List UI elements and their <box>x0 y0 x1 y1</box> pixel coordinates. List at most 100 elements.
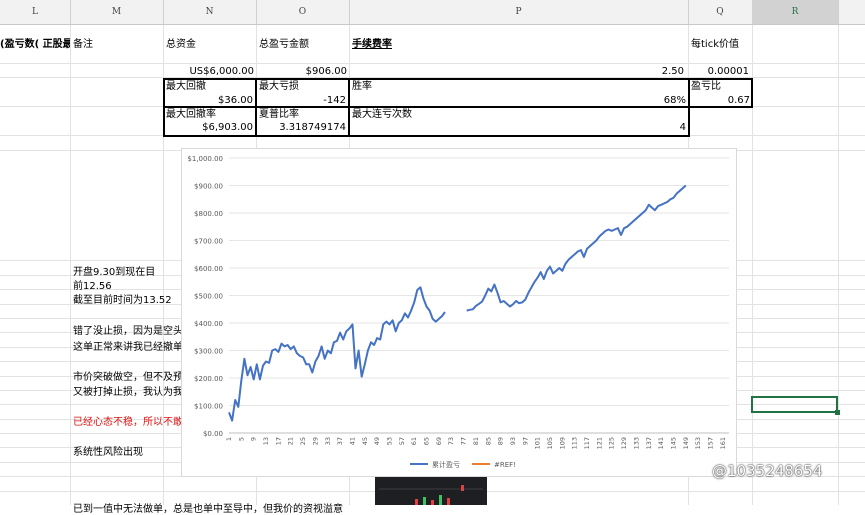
note-line[interactable]: 这单正常来讲我已经撤单 <box>73 338 183 353</box>
x-tick-label: 121 <box>595 437 603 449</box>
column-header-q[interactable]: Q <box>688 0 753 24</box>
column-header-o[interactable]: O <box>256 0 350 24</box>
note-line-red[interactable]: 已经心态不稳，所以不敢 <box>73 413 183 428</box>
series-line-segment <box>228 286 446 422</box>
x-tick-label: 141 <box>657 437 665 449</box>
x-tick-label: 21 <box>287 437 295 445</box>
y-tick-label: $400.00 <box>194 320 223 328</box>
y-tick-label: $600.00 <box>194 265 223 273</box>
series-line-segment <box>466 184 687 312</box>
x-tick-label: 149 <box>682 437 690 449</box>
note-line[interactable]: 前12.56 <box>73 277 112 292</box>
tick-value-cell[interactable]: 0.00001 <box>688 65 749 78</box>
x-tick-label: 53 <box>385 437 393 445</box>
column-header-next[interactable] <box>838 0 865 24</box>
win-rate-label[interactable]: 胜率 <box>352 80 552 93</box>
x-tick-label: 157 <box>706 437 714 449</box>
x-tick-label: 41 <box>348 437 356 445</box>
note-line[interactable]: 开盘9.30到现在目 <box>73 263 155 278</box>
pl-ratio-value[interactable]: 0.67 <box>690 94 750 107</box>
x-tick-label: 137 <box>645 437 653 449</box>
x-tick-label: 125 <box>608 437 616 449</box>
y-tick-label: $300.00 <box>194 348 223 356</box>
fee-rate-cell[interactable]: 2.50 <box>349 65 684 78</box>
total-pnl-cell[interactable]: $906.00 <box>256 65 347 78</box>
watermark: @1035248654 <box>712 462 823 480</box>
x-tick-label: 33 <box>324 437 332 445</box>
sharpe-ratio-value[interactable]: 3.318749174 <box>258 121 346 134</box>
x-tick-label: 69 <box>435 437 443 445</box>
max-consecutive-loss-label[interactable]: 最大连亏次数 <box>352 108 552 121</box>
x-tick-label: 49 <box>373 437 381 445</box>
win-rate-value[interactable]: 68% <box>351 94 686 107</box>
header-o-cell[interactable]: 总盈亏金额 <box>259 38 347 51</box>
x-tick-label: 45 <box>361 437 369 445</box>
x-tick-label: 105 <box>546 437 554 449</box>
cumulative-pnl-chart[interactable]: $0.00 $100.00 $200.00 $300.00 $400.00 $500.00… <box>181 148 737 477</box>
x-tick-label: 37 <box>336 437 344 445</box>
x-tick-label: 17 <box>274 437 282 445</box>
x-tick-label: 129 <box>620 437 628 449</box>
note-line[interactable]: 市价突破做空，但不及预 <box>73 368 183 383</box>
max-drawdown-rate-value[interactable]: $6,903.00 <box>165 121 253 134</box>
column-header-p[interactable]: P <box>349 0 689 24</box>
x-tick-label: 1 <box>225 437 233 441</box>
x-tick-label: 73 <box>447 437 455 445</box>
y-tick-label: $1,000.00 <box>187 155 223 163</box>
y-tick-label: $100.00 <box>194 403 223 411</box>
column-header-n[interactable]: N <box>163 0 257 24</box>
max-loss-label[interactable]: 最大亏损 <box>259 80 347 93</box>
x-tick-label: 153 <box>694 437 702 449</box>
y-tick-label: $700.00 <box>194 238 223 246</box>
x-tick-label: 81 <box>472 437 480 445</box>
x-tick-label: 57 <box>398 437 406 445</box>
max-drawdown-label[interactable]: 最大回撤 <box>166 80 254 93</box>
note-line[interactable]: 截至目前时间为13.52 <box>73 291 172 306</box>
note-line[interactable]: 错了没止损，因为是空头 <box>73 322 183 337</box>
x-tick-label: 13 <box>262 437 270 445</box>
header-l-cell[interactable]: (盈亏数( 正股最 <box>0 38 70 51</box>
x-tick-label: 77 <box>460 437 468 445</box>
x-tick-label: 109 <box>558 437 566 449</box>
y-tick-label: $0.00 <box>203 430 223 438</box>
x-tick-label: 145 <box>669 437 677 449</box>
x-tick-label: 101 <box>534 437 542 449</box>
column-header-m[interactable]: M <box>70 0 164 24</box>
x-tick-label: 161 <box>719 437 727 449</box>
total-capital-cell[interactable]: US$6,000.00 <box>163 65 254 78</box>
sharpe-ratio-label[interactable]: 夏普比率 <box>259 108 347 121</box>
header-q-cell[interactable]: 每tick价值 <box>691 38 751 51</box>
note-line[interactable]: 已到一值中无法做单，总是也单中至导中，但我价的资视溢意 <box>73 500 343 515</box>
x-tick-label: 117 <box>583 437 591 449</box>
x-tick-label: 93 <box>509 437 517 445</box>
max-loss-value[interactable]: -142 <box>258 94 346 107</box>
column-header-l[interactable]: L <box>0 0 71 24</box>
x-tick-label: 5 <box>237 437 245 441</box>
x-tick-label: 29 <box>311 437 319 445</box>
max-drawdown-value[interactable]: $36.00 <box>165 94 253 107</box>
x-tick-label: 25 <box>299 437 307 445</box>
max-consecutive-loss-value[interactable]: 4 <box>351 121 686 134</box>
note-line[interactable]: 又被打掉止损，我认为我 <box>73 383 183 398</box>
header-m-cell[interactable]: 备注 <box>73 38 161 51</box>
column-header-r[interactable]: R <box>752 0 839 24</box>
y-tick-label: $500.00 <box>194 293 223 301</box>
embedded-image[interactable] <box>375 477 487 505</box>
y-tick-label: $200.00 <box>194 375 223 383</box>
legend-label: #REF! <box>494 461 516 469</box>
x-tick-label: 113 <box>571 437 579 449</box>
pl-ratio-label[interactable]: 盈亏比 <box>691 80 751 93</box>
header-p-cell[interactable]: 手续费率 <box>352 38 552 51</box>
x-tick-label: 85 <box>484 437 492 445</box>
header-n-cell[interactable]: 总资金 <box>166 38 254 51</box>
y-tick-label: $800.00 <box>194 210 223 218</box>
x-tick-label: 97 <box>521 437 529 445</box>
x-tick-label: 65 <box>423 437 431 445</box>
x-tick-label: 133 <box>632 437 640 449</box>
chart-svg: $0.00 $100.00 $200.00 $300.00 $400.00 $500.00… <box>187 155 729 469</box>
note-line[interactable]: 系统性风险出现 <box>73 443 143 458</box>
max-drawdown-rate-label[interactable]: 最大回撤率 <box>166 108 254 121</box>
selected-cell-r[interactable] <box>751 396 840 415</box>
y-tick-label: $900.00 <box>194 183 223 191</box>
x-tick-label: 61 <box>410 437 418 445</box>
